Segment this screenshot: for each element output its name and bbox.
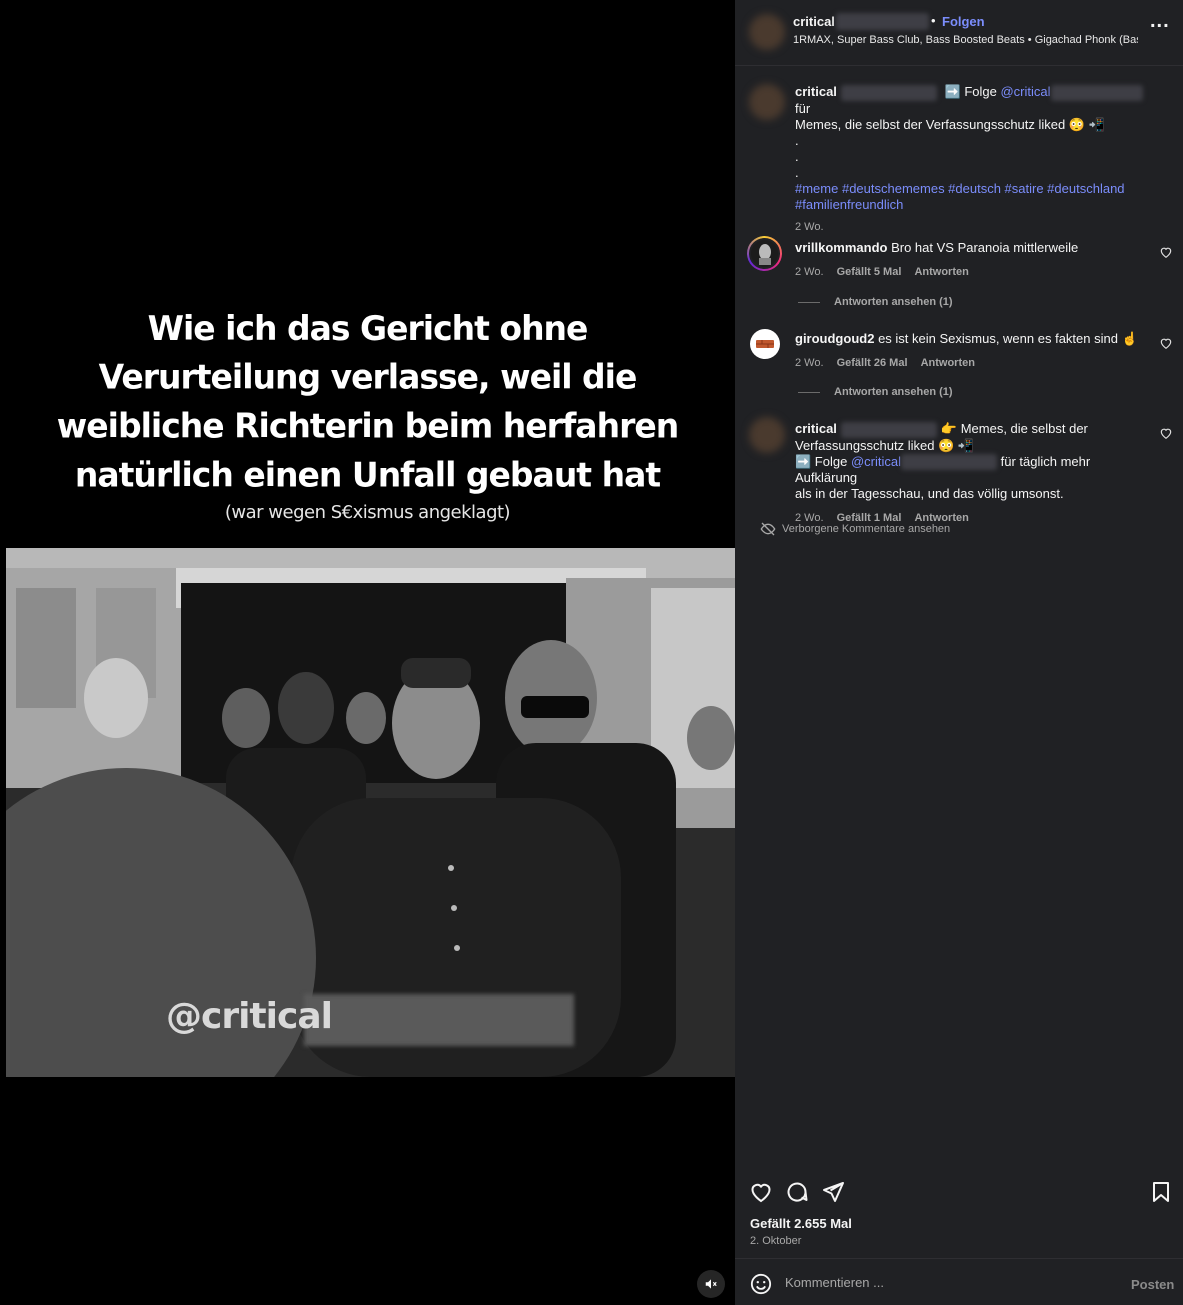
comment-time: 2 Wo. bbox=[795, 357, 824, 369]
video-watermark: @critical bbox=[166, 996, 333, 1037]
commenter-avatar[interactable] bbox=[749, 417, 785, 453]
caption-mention[interactable]: @critical bbox=[1000, 84, 1050, 99]
comment-username[interactable]: critical bbox=[795, 421, 837, 436]
mention-redaction bbox=[900, 454, 997, 471]
comment-time: 2 Wo. bbox=[795, 266, 824, 278]
view-replies-button[interactable]: Antworten ansehen (1) bbox=[798, 386, 953, 398]
like-comment-heart-icon[interactable] bbox=[1159, 336, 1173, 350]
overlay-line: natürlich einen Unfall gebaut hat bbox=[74, 455, 661, 495]
like-comment-heart-icon[interactable] bbox=[1159, 426, 1173, 440]
caption-hashtags[interactable]: #familienfreundlich bbox=[795, 197, 1155, 213]
comment-text: Bro hat VS Paranoia mittlerweile bbox=[891, 240, 1079, 255]
caption-text: für bbox=[795, 100, 811, 116]
comment-likes[interactable]: Gefällt 26 Mal bbox=[837, 357, 908, 369]
caption-author-avatar[interactable] bbox=[749, 84, 785, 120]
audio-track-link[interactable]: 1RMAX, Super Bass Club, Bass Boosted Bea… bbox=[793, 34, 1138, 46]
reply-button[interactable]: Antworten bbox=[921, 357, 975, 369]
separator-dot: • bbox=[931, 13, 936, 28]
post-media[interactable]: Wie ich das Gericht ohne Verurteilung ve… bbox=[0, 0, 735, 1305]
comment-text: ➡️ Folge bbox=[795, 453, 851, 469]
comment-input[interactable] bbox=[785, 1271, 1105, 1293]
caption-dot: . bbox=[795, 148, 799, 164]
comment-username[interactable]: vrillkommando bbox=[795, 240, 887, 255]
username-redaction bbox=[840, 421, 937, 438]
comment-text: Verfassungsschutz liked 😳 📲 bbox=[795, 437, 975, 453]
comment-text: als in der Tagesschau, und das völlig um… bbox=[795, 486, 1064, 502]
overlay-line: Verurteilung verlasse, weil die bbox=[98, 357, 638, 397]
reply-button[interactable]: Antworten bbox=[914, 266, 968, 278]
post-date: 2. Oktober bbox=[750, 1235, 802, 1247]
mention-redaction bbox=[1050, 84, 1143, 101]
post-comment-button[interactable]: Posten bbox=[1131, 1277, 1174, 1292]
post-detail-panel: critical • Folgen 1RMAX, Super Bass Club… bbox=[735, 0, 1183, 1305]
author-avatar[interactable] bbox=[749, 14, 785, 50]
comment-username[interactable]: giroudgoud2 bbox=[795, 331, 874, 346]
commenter-avatar[interactable] bbox=[750, 329, 780, 359]
video-overlay-text: Wie ich das Gericht ohne Verurteilung ve… bbox=[40, 304, 695, 500]
mute-button[interactable] bbox=[697, 1270, 725, 1298]
caption-hashtags[interactable]: #meme #deutschememes #deutsch #satire #d… bbox=[795, 181, 1155, 197]
share-paper-plane-icon[interactable] bbox=[821, 1180, 845, 1204]
overlay-line: weibliche Richterin beim herfahren bbox=[56, 406, 679, 446]
username-redaction bbox=[840, 84, 937, 101]
like-heart-icon[interactable] bbox=[749, 1180, 773, 1204]
like-comment-heart-icon[interactable] bbox=[1159, 245, 1173, 259]
speaker-muted-icon bbox=[705, 1279, 717, 1289]
caption-username[interactable]: critical bbox=[795, 84, 837, 99]
comment-mention[interactable]: @critical bbox=[851, 454, 901, 469]
video-overlay-subtext: (war wegen S€xismus angeklagt) bbox=[224, 502, 511, 523]
caption-dot: . bbox=[795, 164, 799, 180]
face-illustration-icon bbox=[758, 243, 771, 265]
likes-count[interactable]: Gefällt 2.655 Mal bbox=[750, 1216, 852, 1231]
save-bookmark-icon[interactable] bbox=[1149, 1180, 1173, 1204]
more-options-button[interactable]: ... bbox=[1150, 11, 1170, 31]
watermark-redaction bbox=[304, 994, 574, 1046]
caption-text: ➡️ Folge bbox=[944, 84, 1001, 99]
post-header: critical • Folgen 1RMAX, Super Bass Club… bbox=[735, 0, 1183, 66]
eye-off-icon bbox=[760, 522, 776, 536]
commenter-avatar[interactable] bbox=[747, 236, 782, 271]
view-replies-button[interactable]: Antworten ansehen (1) bbox=[798, 296, 953, 308]
comment-likes[interactable]: Gefällt 5 Mal bbox=[837, 266, 902, 278]
comment-text: 👉 Memes, die selbst der bbox=[940, 421, 1088, 436]
brick-icon bbox=[756, 340, 774, 348]
author-username[interactable]: critical bbox=[793, 14, 835, 29]
comment-bubble-icon[interactable] bbox=[785, 1180, 809, 1204]
emoji-icon[interactable] bbox=[750, 1273, 772, 1295]
caption-text: Memes, die selbst der Verfassungsschutz … bbox=[795, 116, 1105, 132]
overlay-line: Wie ich das Gericht ohne bbox=[147, 308, 589, 348]
follow-button[interactable]: Folgen bbox=[942, 14, 985, 29]
comment-composer: Posten bbox=[735, 1258, 1183, 1305]
post-actions-bar bbox=[735, 1170, 1183, 1210]
video-frame[interactable]: @critical bbox=[6, 548, 735, 1077]
username-redaction bbox=[836, 13, 929, 30]
caption-time: 2 Wo. bbox=[795, 220, 824, 233]
view-hidden-comments-button[interactable]: Verborgene Kommentare ansehen bbox=[760, 521, 950, 537]
comment-text: es ist kein Sexismus, wenn es fakten sin… bbox=[878, 331, 1138, 346]
caption-dot: . bbox=[795, 132, 799, 148]
hidden-comments-label: Verborgene Kommentare ansehen bbox=[782, 523, 951, 535]
